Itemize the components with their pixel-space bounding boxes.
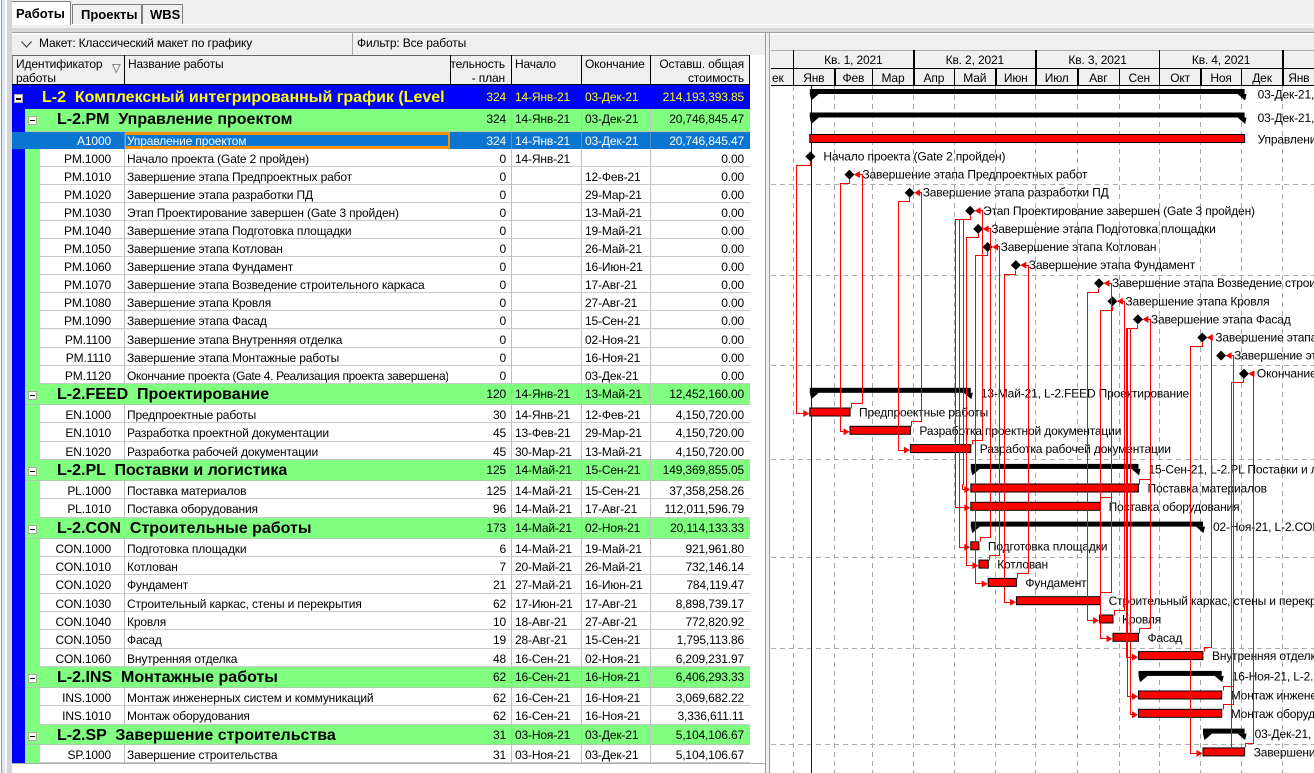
svg-text:Монтаж оборудования: Монтаж оборудования [1231, 707, 1314, 721]
svg-text:Разработка рабочей документаци: Разработка рабочей документации [980, 442, 1171, 456]
svg-text:Разработка проектной документа: Разработка проектной документации [919, 424, 1121, 438]
svg-text:Завершение этапа Фасад: Завершение этапа Фасад [1151, 312, 1291, 326]
svg-text:Завершение этапа Монтажные раб: Завершение этапа Монтажные работы [1234, 349, 1314, 363]
svg-text:Предпроектные работы: Предпроектные работы [859, 406, 988, 420]
svg-text:Поставка оборудования: Поставка оборудования [1109, 500, 1240, 514]
svg-text:Фундамент: Фундамент [1025, 576, 1087, 590]
svg-text:Окончание проекта (Gate 4. Реа: Окончание проекта (Gate 4. Реализация пр… [1257, 367, 1314, 381]
svg-text:Управление проектом: Управление проектом [1258, 133, 1314, 147]
svg-text:Завершение этапа Внутренняя от: Завершение этапа Внутренняя отделка [1215, 331, 1314, 345]
svg-text:03-Дек-21, L-2.PM Управление: 03-Дек-21, L-2.PM Управление проектом [1258, 111, 1314, 125]
svg-text:Завершение этапа разработки ПД: Завершение этапа разработки ПД [923, 186, 1109, 200]
svg-text:13-Май-21, L-2.FEED Проектиро: 13-Май-21, L-2.FEED Проектирование [981, 386, 1190, 400]
svg-text:Завершение этапа Подготовка пл: Завершение этапа Подготовка площадки [991, 222, 1215, 236]
svg-text:Завершение строительства: Завершение строительства [1254, 745, 1314, 759]
svg-text:Внутренняя отделка: Внутренняя отделка [1212, 649, 1314, 663]
svg-text:Монтаж инженерных систем и ком: Монтаж инженерных систем и коммуникаций [1231, 689, 1314, 703]
svg-text:Завершение этапа Предпроектных: Завершение этапа Предпроектных работ [862, 168, 1088, 182]
svg-text:03-Дек-21, L-2 Комплексный ин: 03-Дек-21, L-2 Комплексный интегрированн… [1258, 88, 1314, 102]
svg-text:Завершение этапа Возведение ст: Завершение этапа Возведение строительног… [1112, 276, 1314, 290]
svg-text:02-Ноя-21, L-2.CON Строительн: 02-Ноя-21, L-2.CON Строительные работы [1213, 520, 1314, 534]
svg-text:Завершение этапа Котлован: Завершение этапа Котлован [1001, 240, 1157, 254]
svg-text:Завершение этапа Кровля: Завершение этапа Кровля [1125, 294, 1269, 308]
svg-text:Начало проекта (Gate 2 пройден: Начало проекта (Gate 2 пройден) [823, 150, 1005, 164]
svg-text:Подготовка площадки: Подготовка площадки [988, 539, 1107, 553]
svg-text:16-Ноя-21, L-2.INS Монтажные: 16-Ноя-21, L-2.INS Монтажные работы [1232, 669, 1314, 683]
svg-text:03-Дек-21, L-2.SP Завершение: 03-Дек-21, L-2.SP Завершение строительст… [1255, 727, 1314, 741]
svg-text:Фасад: Фасад [1148, 631, 1183, 645]
svg-text:Этап Проектирование завершен (: Этап Проектирование завершен (Gate 3 про… [983, 204, 1255, 218]
svg-text:Поставка материалов: Поставка материалов [1148, 482, 1267, 496]
svg-text:Завершение этапа Фундамент: Завершение этапа Фундамент [1029, 258, 1196, 272]
